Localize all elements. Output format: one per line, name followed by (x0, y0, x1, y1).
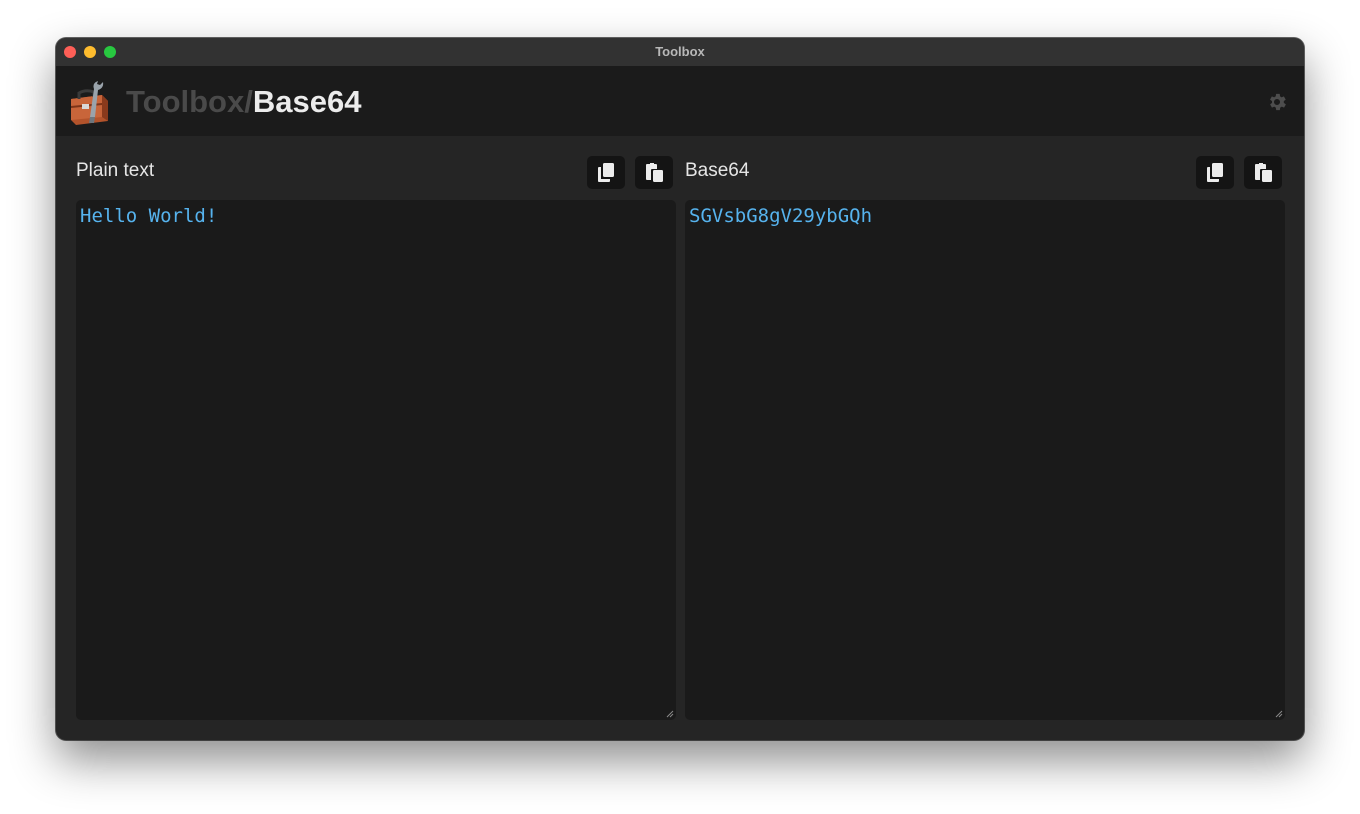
app-window: Toolbox Toolbox/Base64 Plain text Hello … (56, 38, 1304, 740)
plain-text-input[interactable]: Hello World! (76, 200, 676, 720)
paste-icon (646, 163, 663, 182)
page-title: Base64 (252, 84, 362, 119)
settings-button[interactable] (1266, 91, 1288, 113)
base64-copy-button[interactable] (1196, 156, 1234, 189)
base64-label: Base64 (685, 160, 750, 181)
gear-icon (1270, 93, 1286, 111)
copy-icon (1207, 163, 1223, 182)
breadcrumb: Toolbox/Base64 (126, 67, 361, 136)
resize-grip-icon[interactable] (666, 710, 674, 718)
toolbox-logo-icon (68, 77, 116, 127)
breadcrumb-parent[interactable]: Toolbox (126, 84, 244, 119)
plain-text-label: Plain text (76, 160, 155, 181)
base64-paste-button[interactable] (1244, 156, 1282, 189)
copy-icon (598, 163, 614, 182)
base64-input[interactable]: SGVsbG8gV29ybGQh (685, 200, 1285, 720)
title-bar[interactable]: Toolbox (56, 38, 1304, 67)
plain-text-paste-button[interactable] (635, 156, 673, 189)
window-title: Toolbox (655, 44, 705, 59)
paste-icon (1255, 163, 1272, 182)
resize-grip-icon[interactable] (1275, 710, 1283, 718)
breadcrumb-separator: / (244, 84, 253, 119)
app-header: Toolbox/Base64 (56, 67, 1304, 136)
plain-text-copy-button[interactable] (587, 156, 625, 189)
